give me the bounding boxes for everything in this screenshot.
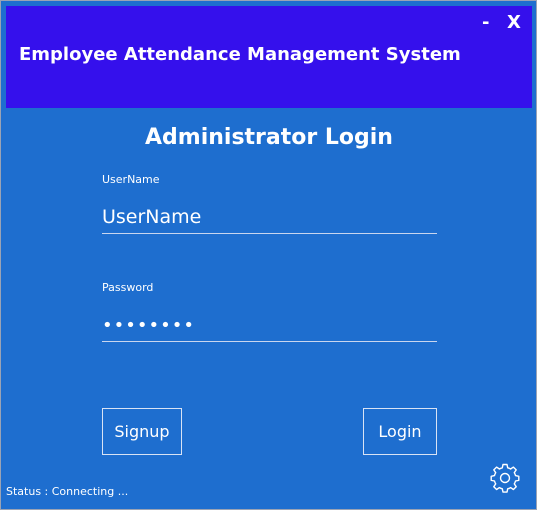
username-label: UserName xyxy=(102,173,160,186)
login-panel: Administrator Login UserName Password Si… xyxy=(6,109,532,505)
gear-icon[interactable] xyxy=(489,462,521,494)
login-button[interactable]: Login xyxy=(363,408,437,455)
status-text: Status : Connecting ... xyxy=(6,485,129,498)
login-heading: Administrator Login xyxy=(145,125,393,150)
signup-button[interactable]: Signup xyxy=(102,408,182,455)
password-input[interactable] xyxy=(102,309,437,342)
login-window: Employee Attendance Management System - … xyxy=(0,0,537,510)
username-input[interactable] xyxy=(102,201,437,234)
app-title: Employee Attendance Management System xyxy=(19,44,461,65)
title-bar: Employee Attendance Management System - … xyxy=(6,6,532,108)
password-label: Password xyxy=(102,281,154,294)
minimize-button[interactable]: - xyxy=(482,12,489,34)
close-button[interactable]: X xyxy=(507,12,521,34)
